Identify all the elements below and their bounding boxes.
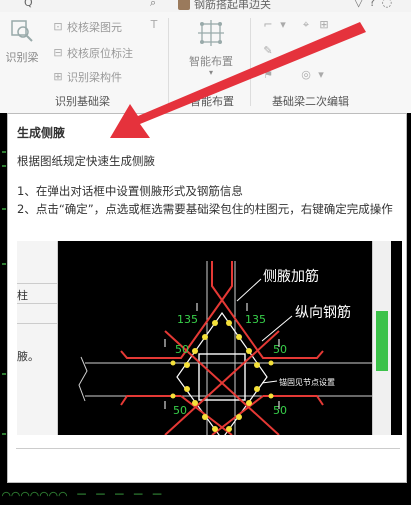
tab-partial[interactable]: Q [24,0,33,9]
edit-tool-7-button[interactable]: ◎ ▾ [300,69,327,81]
edit-tool-4-button[interactable]: ✎ [262,45,274,57]
tooltip-illustration: 柱 腋。 135 135 50 50 50 50 侧腋加筋 纵向钢筋 锚固见节点… [17,241,402,435]
dim-50-lower-right: 50 [273,404,287,417]
group-label-smart-layout: 智能布置 [190,95,234,108]
identify-beam-icon [11,20,33,42]
window-title: 钢筋搭起串边关 [194,0,271,11]
smart-layout-label: 智能布置 [189,55,233,68]
edit-tool-6-button[interactable]: ⚑ [262,69,274,81]
haunch-rebar-drawing: 135 135 50 50 50 50 侧腋加筋 纵向钢筋 锚固见节点设置 [78,261,372,435]
identify-beam-label: 识别梁 [5,51,39,64]
check-annotation-button[interactable]: ⊟ 校核原位标注 [52,45,133,61]
label-haunch-bar: 侧腋加筋 [263,268,319,285]
text-tool-icon[interactable]: T [148,19,160,31]
label-longitudinal-bar: 纵向钢筋 [295,304,351,321]
check-beam-elements-button[interactable]: ⊡ 校核梁图元 [52,19,122,35]
check-annotation-label: 校核原位标注 [67,47,133,60]
tooltip-panel: 生成侧腋 根据图纸规定快速生成侧腋 1、在弹出对话框中设置侧腋形式及钢筋信息 2… [7,113,407,483]
illustration-dialog-text-column: 柱 [17,289,28,302]
tooltip-divider [16,448,400,449]
tooltip-step-1: 1、在弹出对话框中设置侧腋形式及钢筋信息 [17,184,243,198]
edit-tool-5-button[interactable]: ⌐ [300,45,312,57]
identify-beam-component-button[interactable]: ⊞ 识别梁构件 [52,69,122,85]
corner-icon: ⌐ [301,44,311,57]
beam-component-icon: ⊞ [53,70,63,83]
check-annotation-icon: ⊟ [53,46,63,59]
eye-icon: ◎ [301,68,311,81]
haunch-icon: ⌐ [263,18,273,31]
dim-50-upper-right: 50 [273,343,287,356]
canvas-ghost-geometry: ⌒⌒⌒⌒⌒⌒⌒ ─ ─ ─ ─ ─ [2,487,163,503]
identify-beam-button[interactable]: 识别梁 [2,18,42,65]
edit-tool-3-button[interactable]: ⊞ [318,19,330,31]
dim-135-right: 135 [245,313,266,326]
edit-tool-1-button[interactable]: ⌐ ▾ [262,19,289,31]
brush-icon: ✎ [263,44,273,57]
ribbon: 识别梁 ⊡ 校核梁图元 ⊟ 校核原位标注 ⊞ 识别梁构件 T 识别基础梁 智能布… [0,12,411,114]
smart-layout-button[interactable]: 智能布置 ▾ [176,18,246,77]
cad-canvas-bottom[interactable]: ⌒⌒⌒⌒⌒⌒⌒ ─ ─ ─ ─ ─ [0,483,411,505]
illustration-scrollbar-thumb[interactable] [376,311,388,371]
tooltip-subtitle: 根据图纸规定快速生成侧腋 [17,154,155,168]
group-label-identify-foundation-beam: 识别基础梁 [55,95,110,108]
grid-icon: ⊞ [319,18,329,31]
illustration-dialog-fragment: 柱 腋。 [17,241,58,435]
flag-icon: ⚑ [263,68,273,81]
edit-tool-2-button[interactable]: ⌖ [300,19,312,31]
cad-canvas-right[interactable] [407,113,411,505]
illustration-scrollbar[interactable] [372,241,391,435]
tooltip-step-2: 2、点击“确定”，点选或框选需要基础梁包住的柱图元，右键确定完成操作 [17,202,393,216]
dim-50-lower-left: 50 [173,404,187,417]
illustration-dialog-text-haunch: 腋。 [17,350,39,363]
label-anchorage: 锚固见节点设置 [279,377,335,387]
group-label-beam-secondary-edit: 基础梁二次编辑 [272,95,349,108]
identify-beam-component-label: 识别梁构件 [67,71,122,84]
check-beam-elements-label: 校核梁图元 [67,21,122,34]
chevron-down-icon: ▾ [208,68,213,77]
pin-icon: ⌖ [302,18,310,31]
dim-135-left: 135 [177,313,198,326]
check-icon: ⊡ [53,20,63,33]
tooltip-title: 生成侧腋 [17,126,66,140]
smart-layout-icon [198,20,224,46]
avatar [178,0,190,10]
dim-50-upper-left: 50 [175,343,189,356]
search-icon[interactable]: ⌕ [150,0,156,10]
title-toolbar-icons[interactable]: ▽?◌ [354,0,398,9]
